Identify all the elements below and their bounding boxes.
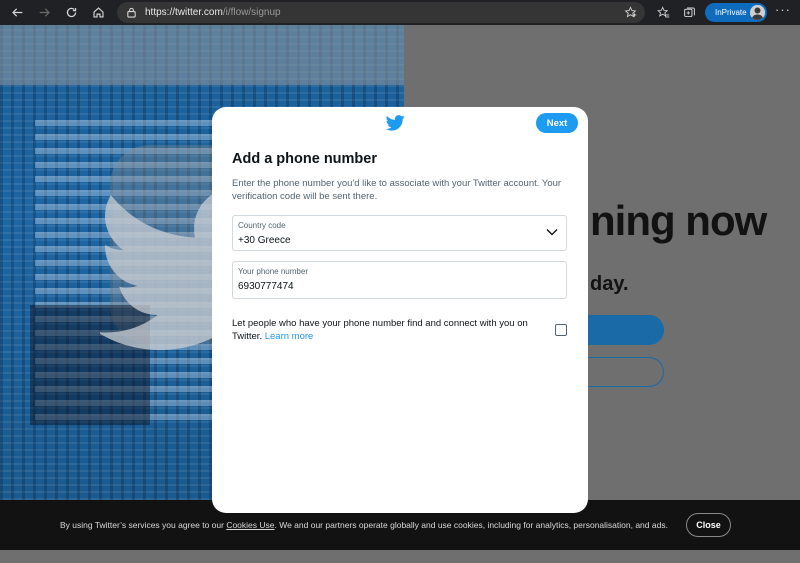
cookie-text-after: . We and our partners operate globally a… — [274, 520, 668, 530]
browser-toolbar: https://twitter.com/i/flow/signup InPriv… — [0, 0, 800, 25]
url-path: /i/flow/signup — [222, 7, 281, 18]
favorites-icon — [656, 6, 669, 18]
back-button[interactable] — [4, 0, 31, 25]
cookies-use-link[interactable]: Cookies Use — [226, 520, 274, 530]
background-signup-button — [580, 315, 664, 345]
favorites-button[interactable] — [650, 0, 676, 25]
collections-icon — [683, 7, 695, 18]
collections-button[interactable] — [676, 0, 702, 25]
inprivate-label: InPrivate — [715, 8, 747, 17]
forward-icon — [39, 8, 50, 17]
address-bar[interactable]: https://twitter.com/i/flow/signup — [117, 2, 645, 23]
cookie-close-button[interactable]: Close — [686, 513, 731, 537]
url-text: https://twitter.com/i/flow/signup — [145, 7, 281, 18]
twitter-bird-icon — [386, 115, 405, 131]
back-icon — [12, 8, 23, 17]
background-subheadline: day. — [590, 273, 629, 295]
background-headline: ning now — [590, 197, 767, 244]
refresh-icon — [66, 7, 77, 18]
home-icon — [93, 7, 104, 18]
background-login-button — [575, 357, 664, 387]
phone-number-field[interactable]: Your phone number — [232, 261, 567, 299]
signup-phone-modal: Next Add a phone number Enter the phone … — [212, 107, 588, 513]
cookie-text-before: By using Twitter’s services you agree to… — [60, 520, 227, 530]
phone-number-input[interactable] — [238, 281, 538, 292]
discoverability-checkbox[interactable] — [555, 324, 567, 336]
profile-avatar — [750, 5, 765, 20]
chevron-down-icon — [546, 228, 558, 236]
inprivate-badge[interactable]: InPrivate — [705, 3, 767, 22]
refresh-button[interactable] — [58, 0, 85, 25]
country-code-value: +30 Greece — [238, 235, 291, 246]
country-code-select[interactable]: Country code +30 Greece — [232, 215, 567, 251]
home-button[interactable] — [85, 0, 112, 25]
forward-button[interactable] — [31, 0, 58, 25]
country-code-label: Country code — [238, 221, 286, 230]
cookie-notice-text: By using Twitter’s services you agree to… — [60, 520, 668, 530]
add-favorite-button[interactable] — [624, 6, 637, 19]
footer-strip — [0, 550, 800, 563]
modal-description: Enter the phone number you'd like to ass… — [232, 178, 562, 202]
phone-number-label: Your phone number — [238, 267, 308, 276]
lock-icon — [126, 7, 137, 18]
favorite-star-icon — [624, 6, 637, 18]
modal-title: Add a phone number — [232, 151, 377, 167]
toolbar-right — [650, 0, 702, 25]
learn-more-link[interactable]: Learn more — [265, 331, 314, 342]
url-host: https://twitter.com — [145, 7, 223, 18]
next-button[interactable]: Next — [536, 113, 578, 133]
discoverability-text: Let people who have your phone number fi… — [232, 317, 537, 343]
more-options-button[interactable]: ··· — [773, 3, 793, 21]
